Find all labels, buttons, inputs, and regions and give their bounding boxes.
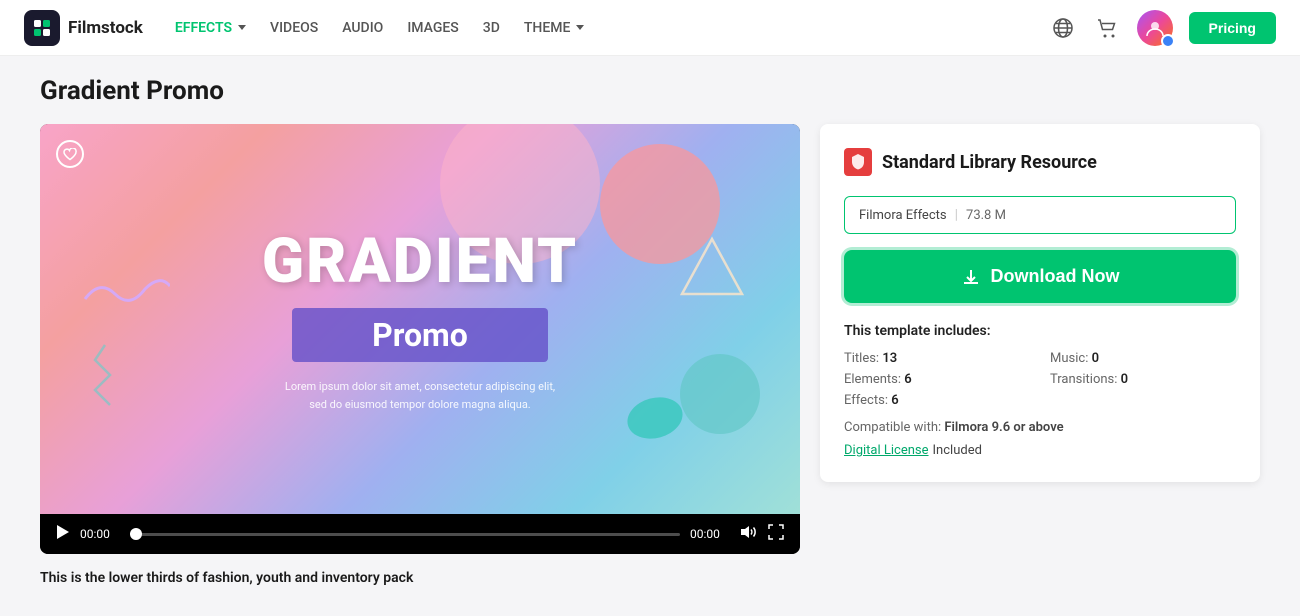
- stat-titles: Titles: 13: [844, 351, 1030, 366]
- time-total: 00:00: [690, 527, 730, 541]
- fullscreen-button[interactable]: [768, 524, 784, 544]
- progress-handle[interactable]: [130, 528, 142, 540]
- decoration-zigzag: [90, 340, 120, 414]
- bottom-description: This is the lower thirds of fashion, you…: [40, 570, 1260, 586]
- stat-effects: Effects: 6: [844, 393, 1030, 408]
- lorem-container: Lorem ipsum dolor sit amet, consectetur …: [285, 378, 555, 413]
- navbar: Filmstock EFFECTS VIDEOS AUDIO IMAGES 3D…: [0, 0, 1300, 56]
- stat-titles-label: Titles:: [844, 351, 882, 366]
- download-icon: [961, 267, 981, 287]
- main-content: Gradient Promo: [0, 56, 1300, 616]
- decoration-wave: [80, 274, 170, 313]
- license-row: Digital License Included: [844, 443, 1236, 458]
- nav-videos[interactable]: VIDEOS: [270, 20, 318, 36]
- decoration-teal-blob: [620, 390, 690, 444]
- volume-button[interactable]: [740, 525, 758, 543]
- video-container: GRADIENT Promo Lorem ipsum dolor sit ame…: [40, 124, 800, 554]
- video-center-content: GRADIENT Promo Lorem ipsum dolor sit ame…: [262, 225, 578, 413]
- decoration-triangle: [680, 234, 745, 303]
- logo-icon: [24, 10, 60, 46]
- page-title: Gradient Promo: [40, 76, 1260, 106]
- resource-tag: Filmora Effects | 73.8 M: [844, 196, 1236, 234]
- stat-titles-value: 13: [882, 351, 897, 366]
- globe-icon[interactable]: [1049, 14, 1077, 42]
- nav-right: Pricing: [1049, 10, 1276, 46]
- shield-icon: [844, 148, 872, 176]
- lorem-line2: sed do eiusmod tempor dolore magna aliqu…: [285, 396, 555, 414]
- nav-effects[interactable]: EFFECTS: [175, 20, 246, 36]
- avatar-notification-badge: [1161, 34, 1175, 48]
- progress-bar[interactable]: [130, 533, 680, 536]
- stat-effects-label: Effects:: [844, 393, 891, 408]
- digital-license-link[interactable]: Digital License: [844, 443, 929, 458]
- theme-chevron-icon: [576, 25, 584, 30]
- compatible-app: Filmora 9.6 or above: [944, 420, 1063, 435]
- stat-transitions-value: 0: [1121, 372, 1128, 387]
- included-text: Included: [933, 443, 982, 458]
- pricing-button[interactable]: Pricing: [1189, 12, 1276, 44]
- nav-images[interactable]: IMAGES: [407, 20, 458, 36]
- stat-elements-label: Elements:: [844, 372, 904, 387]
- cart-icon[interactable]: [1093, 14, 1121, 42]
- heart-button[interactable]: [56, 140, 84, 168]
- nav-theme[interactable]: THEME: [524, 20, 585, 36]
- stat-effects-value: 6: [891, 393, 898, 408]
- video-preview: GRADIENT Promo Lorem ipsum dolor sit ame…: [40, 124, 800, 514]
- sidebar: Standard Library Resource Filmora Effect…: [820, 124, 1260, 482]
- compatible-label: Compatible with:: [844, 420, 941, 435]
- stat-transitions-label: Transitions:: [1050, 372, 1121, 387]
- video-gradient-title: GRADIENT: [262, 225, 578, 298]
- template-includes-label: This template includes:: [844, 323, 1236, 339]
- time-current: 00:00: [80, 527, 120, 541]
- standard-library-header: Standard Library Resource: [844, 148, 1236, 176]
- logo-area[interactable]: Filmstock: [24, 10, 143, 46]
- download-label: Download Now: [991, 266, 1120, 287]
- promo-text: Promo: [372, 316, 468, 354]
- decoration-blob3: [680, 354, 760, 434]
- tag-divider: |: [955, 207, 958, 223]
- compatible-row: Compatible with: Filmora 9.6 or above: [844, 420, 1236, 435]
- resource-size: 73.8 M: [966, 208, 1006, 223]
- standard-library-label: Standard Library Resource: [882, 152, 1097, 173]
- resource-name: Filmora Effects: [859, 208, 947, 223]
- lorem-line1: Lorem ipsum dolor sit amet, consectetur …: [285, 378, 555, 396]
- nav-links: EFFECTS VIDEOS AUDIO IMAGES 3D THEME: [175, 20, 1049, 36]
- logo-text: Filmstock: [68, 18, 143, 38]
- stats-grid: Titles: 13 Music: 0 Elements: 6 Transiti…: [844, 351, 1236, 408]
- download-button[interactable]: Download Now: [844, 250, 1236, 303]
- stat-elements: Elements: 6: [844, 372, 1030, 387]
- stat-elements-value: 6: [904, 372, 911, 387]
- nav-audio[interactable]: AUDIO: [342, 20, 383, 36]
- stat-music-label: Music:: [1050, 351, 1092, 366]
- video-controls: 00:00 00:00: [40, 514, 800, 554]
- stat-transitions: Transitions: 0: [1050, 372, 1236, 387]
- stat-music-value: 0: [1092, 351, 1099, 366]
- stat-music: Music: 0: [1050, 351, 1236, 366]
- avatar[interactable]: [1137, 10, 1173, 46]
- content-area: GRADIENT Promo Lorem ipsum dolor sit ame…: [40, 124, 1260, 554]
- nav-3d[interactable]: 3D: [483, 20, 500, 36]
- promo-banner: Promo: [292, 308, 548, 362]
- play-button[interactable]: [56, 524, 70, 544]
- effects-chevron-icon: [238, 25, 246, 30]
